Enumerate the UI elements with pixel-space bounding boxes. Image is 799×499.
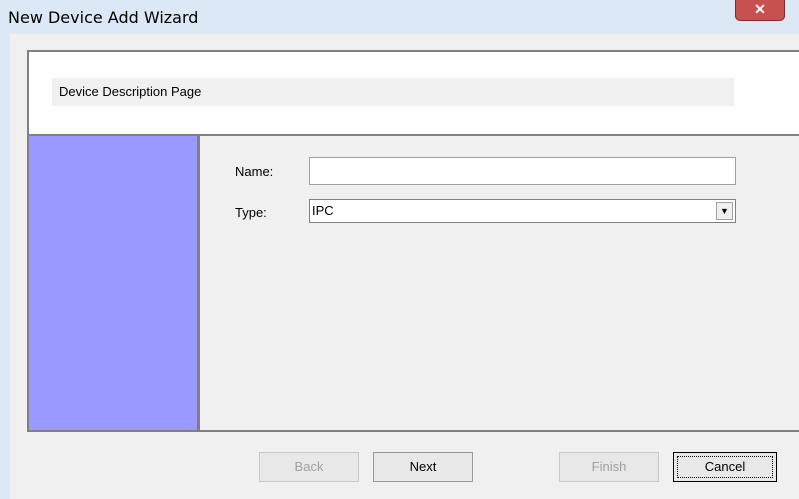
- wizard-sidebar: [29, 136, 197, 430]
- type-selected-value: IPC: [312, 203, 334, 218]
- page-description: Device Description Page: [59, 84, 202, 99]
- title-bar: New Device Add Wizard ✕: [0, 0, 799, 34]
- wizard-panel: Device Description Page: [27, 50, 799, 432]
- close-icon: ✕: [754, 1, 766, 17]
- cancel-button[interactable]: Cancel: [673, 452, 777, 482]
- wizard-window: New Device Add Wizard ✕ Device Descripti…: [0, 0, 799, 499]
- wizard-header: Device Description Page: [29, 52, 799, 134]
- sidebar-divider: [197, 136, 200, 430]
- next-button[interactable]: Next: [373, 452, 473, 482]
- page-description-box: Device Description Page: [52, 78, 734, 106]
- finish-button[interactable]: Finish: [559, 452, 659, 482]
- type-select[interactable]: IPC ▼: [309, 199, 736, 223]
- back-button[interactable]: Back: [259, 452, 359, 482]
- name-label: Name:: [235, 164, 274, 179]
- focus-rectangle: [677, 456, 773, 478]
- close-button[interactable]: ✕: [735, 0, 785, 21]
- dropdown-arrow-icon[interactable]: ▼: [716, 202, 733, 220]
- window-title: New Device Add Wizard: [8, 8, 199, 27]
- name-input[interactable]: [309, 157, 736, 185]
- type-label: Type:: [235, 205, 267, 220]
- window-border: [0, 34, 10, 499]
